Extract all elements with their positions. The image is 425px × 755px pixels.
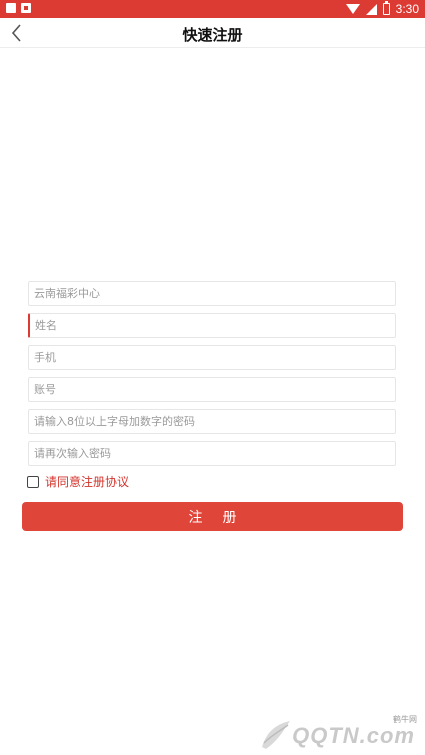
- watermark-logo-icon: [262, 721, 290, 749]
- name-field[interactable]: [28, 313, 396, 338]
- organization-field[interactable]: [28, 281, 396, 306]
- registration-form: [28, 281, 398, 473]
- wifi-icon: [345, 4, 360, 14]
- register-button[interactable]: 注册: [22, 502, 403, 531]
- watermark-brand: QQTN.com: [292, 723, 415, 748]
- battery-icon: [382, 1, 390, 15]
- agreement-row[interactable]: 请同意注册协议: [27, 473, 129, 490]
- nav-bar: 快速注册: [0, 18, 425, 48]
- status-time: 3:30: [395, 2, 419, 16]
- agreement-label[interactable]: 请同意注册协议: [45, 473, 129, 490]
- phone-field[interactable]: [28, 345, 396, 370]
- notification-icon: [6, 3, 16, 13]
- status-bar: 3:30: [0, 0, 425, 18]
- status-system-icons: 3:30: [345, 1, 419, 16]
- password-confirm-field[interactable]: [28, 441, 396, 466]
- account-field[interactable]: [28, 377, 396, 402]
- password-field[interactable]: [28, 409, 396, 434]
- status-notification-icons: [6, 3, 31, 13]
- app-notification-icon: [21, 3, 31, 13]
- signal-icon: [365, 3, 377, 15]
- page-title: 快速注册: [182, 26, 243, 44]
- agreement-checkbox[interactable]: [27, 475, 39, 488]
